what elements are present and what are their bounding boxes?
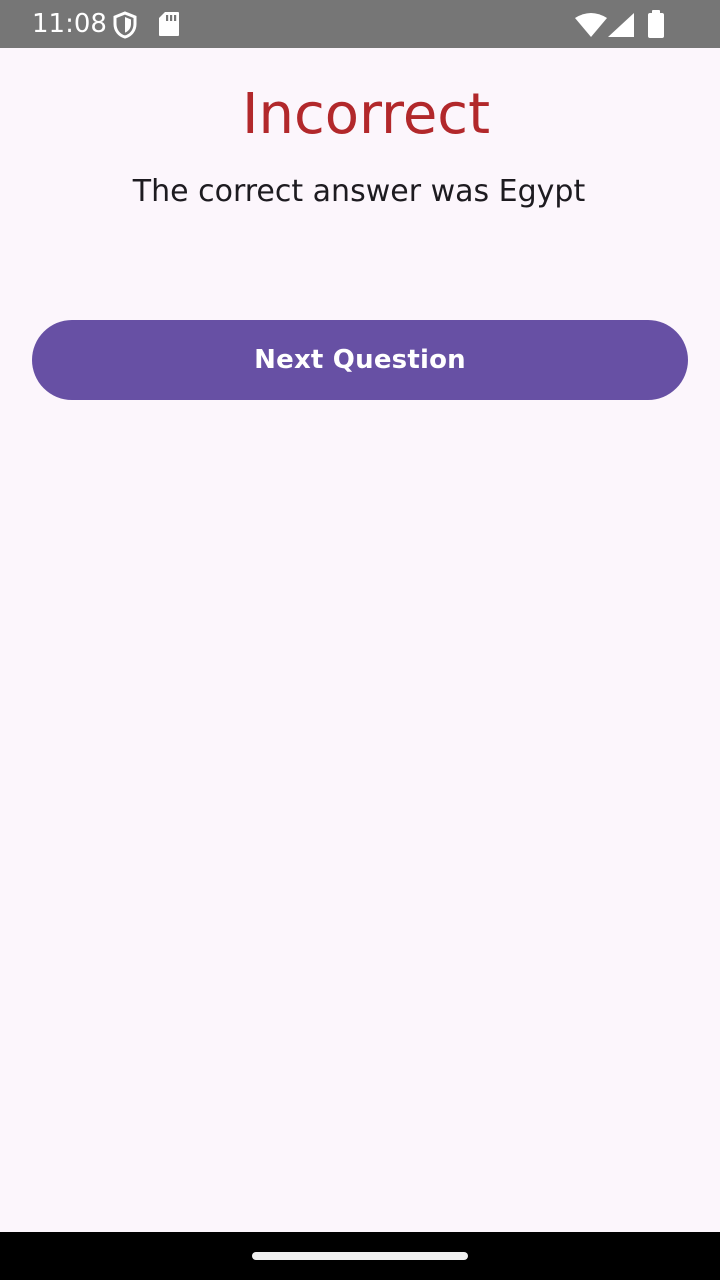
cell-signal-icon (608, 13, 634, 37)
correct-answer-message: The correct answer was Egypt (132, 174, 586, 209)
shield-icon (113, 11, 137, 39)
navigation-bar (0, 1232, 720, 1280)
next-question-button[interactable]: Next Question (32, 320, 688, 400)
wifi-icon (575, 13, 607, 37)
home-indicator[interactable] (252, 1252, 468, 1260)
status-time: 11:08 (32, 9, 107, 39)
status-bar: 11:08 (0, 0, 720, 48)
result-screen: Incorrect The correct answer was Egypt N… (0, 48, 720, 1232)
sd-card-icon (159, 12, 179, 36)
result-title: Incorrect (241, 82, 491, 147)
battery-icon (648, 10, 664, 38)
